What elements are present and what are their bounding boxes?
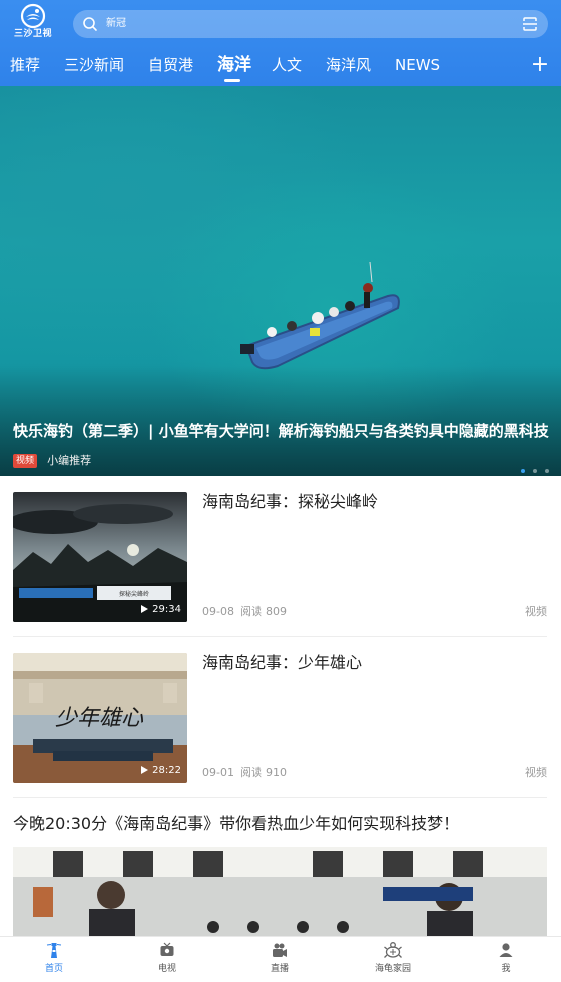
banner-meta: 视频 小编推荐 xyxy=(13,450,92,468)
nav-turtle-home[interactable]: 海龟家园 xyxy=(363,941,423,975)
tab-ocean[interactable]: 海洋 xyxy=(217,52,251,78)
search-icon xyxy=(83,17,97,31)
video-duration: 29:34 xyxy=(141,604,181,616)
nav-label: 首页 xyxy=(44,964,63,974)
tab-news[interactable]: NEWS xyxy=(395,52,440,78)
banner-source: 小编推荐 xyxy=(47,453,92,467)
turtle-icon xyxy=(384,942,402,958)
tab-free-trade-port[interactable]: 自贸港 xyxy=(148,52,193,78)
bottom-navigation: 首页 电视 直播 海龟家园 我 xyxy=(0,936,561,982)
category-tabs: 推荐 三沙新闻 自贸港 海洋 人文 海洋风 NEWS xyxy=(0,52,561,82)
nav-tv[interactable]: 电视 xyxy=(137,941,197,975)
views-label: 阅读 xyxy=(240,605,262,618)
views-label: 阅读 xyxy=(240,766,262,779)
item-views: 阅读 809 xyxy=(240,605,287,619)
duration-text: 28:22 xyxy=(152,765,181,776)
carousel-dot-1[interactable] xyxy=(520,469,525,473)
top-header: 三沙卫视 新冠 推荐 三沙新闻 自贸港 海洋 人文 海洋风 NEWS + xyxy=(0,0,561,86)
search-placeholder: 新冠 xyxy=(106,18,126,29)
mountain-thumbnail-image: 探秘尖峰岭 xyxy=(13,492,187,622)
play-icon xyxy=(141,766,149,774)
carousel-dots xyxy=(518,458,549,476)
nav-label: 直播 xyxy=(270,964,289,974)
nav-label: 我 xyxy=(501,964,511,974)
lighthouse-icon xyxy=(46,943,62,958)
boat-image xyxy=(240,262,400,370)
app-logo[interactable]: 三沙卫视 xyxy=(10,3,56,43)
gym-thumbnail-image: 少年雄心 xyxy=(13,653,187,783)
list-item[interactable]: 探秘尖峰岭 29:34 海南岛纪事：探秘尖峰岭 09-08 阅读 809 视频 xyxy=(13,476,547,622)
item-views: 阅读 910 xyxy=(240,766,287,780)
item-title[interactable]: 海南岛纪事：探秘尖峰岭 xyxy=(202,490,378,514)
tab-ocean-wind[interactable]: 海洋风 xyxy=(326,52,371,78)
tab-recommend[interactable]: 推荐 xyxy=(10,52,40,78)
hero-banner[interactable]: 快乐海钓（第二季）| 小鱼竿有大学问！解析海钓船只与各类钓具中隐藏的黑科技 视频… xyxy=(0,86,561,476)
video-thumbnail[interactable]: 探秘尖峰岭 29:34 xyxy=(13,492,187,622)
video-thumbnail[interactable]: 少年雄心 28:22 xyxy=(13,653,187,783)
nav-home[interactable]: 首页 xyxy=(24,941,84,975)
video-duration: 28:22 xyxy=(141,765,181,777)
tab-sansha-news[interactable]: 三沙新闻 xyxy=(64,52,124,78)
nav-label: 电视 xyxy=(157,964,176,974)
thumb-caption-text: 探秘尖峰岭 xyxy=(119,590,149,598)
classroom-image xyxy=(13,847,547,937)
views-count: 910 xyxy=(266,766,287,779)
search-bar[interactable]: 新冠 xyxy=(73,10,548,38)
active-tab-indicator xyxy=(224,79,240,82)
nav-live[interactable]: 直播 xyxy=(250,941,310,975)
item-date: 09-01 xyxy=(202,766,234,779)
logo-icon xyxy=(20,3,46,29)
divider xyxy=(13,797,547,798)
article-title[interactable]: 今晚20:30分《海南岛纪事》带你看热血少年如何实现科技梦！ xyxy=(13,812,459,836)
carousel-dot-2[interactable] xyxy=(532,469,537,473)
thumb-caption-text: 少年雄心 xyxy=(55,706,144,731)
tv-icon xyxy=(160,942,174,956)
logo-text: 三沙卫视 xyxy=(13,29,52,39)
tab-culture[interactable]: 人文 xyxy=(272,52,302,78)
nav-label: 海龟家园 xyxy=(374,964,411,974)
article-image[interactable] xyxy=(13,847,547,937)
nav-me[interactable]: 我 xyxy=(476,941,536,975)
item-date: 09-08 xyxy=(202,605,234,618)
list-item[interactable]: 少年雄心 28:22 海南岛纪事：少年雄心 09-01 阅读 910 视频 xyxy=(13,637,547,783)
item-title[interactable]: 海南岛纪事：少年雄心 xyxy=(202,651,362,675)
camera-icon xyxy=(273,943,287,957)
carousel-dot-3[interactable] xyxy=(545,469,549,473)
banner-title[interactable]: 快乐海钓（第二季）| 小鱼竿有大学问！解析海钓船只与各类钓具中隐藏的黑科技 xyxy=(13,420,553,442)
item-type: 视频 xyxy=(525,605,547,618)
duration-text: 29:34 xyxy=(152,604,181,615)
scan-icon[interactable] xyxy=(522,16,538,32)
play-icon xyxy=(141,605,149,613)
views-count: 809 xyxy=(266,605,287,618)
video-badge: 视频 xyxy=(13,453,38,468)
item-type: 视频 xyxy=(525,766,547,779)
app-screen: 三沙卫视 新冠 推荐 三沙新闻 自贸港 海洋 人文 海洋风 NEWS + 快乐海… xyxy=(0,0,561,982)
user-icon xyxy=(499,943,513,957)
add-channel-button[interactable]: + xyxy=(530,53,550,77)
